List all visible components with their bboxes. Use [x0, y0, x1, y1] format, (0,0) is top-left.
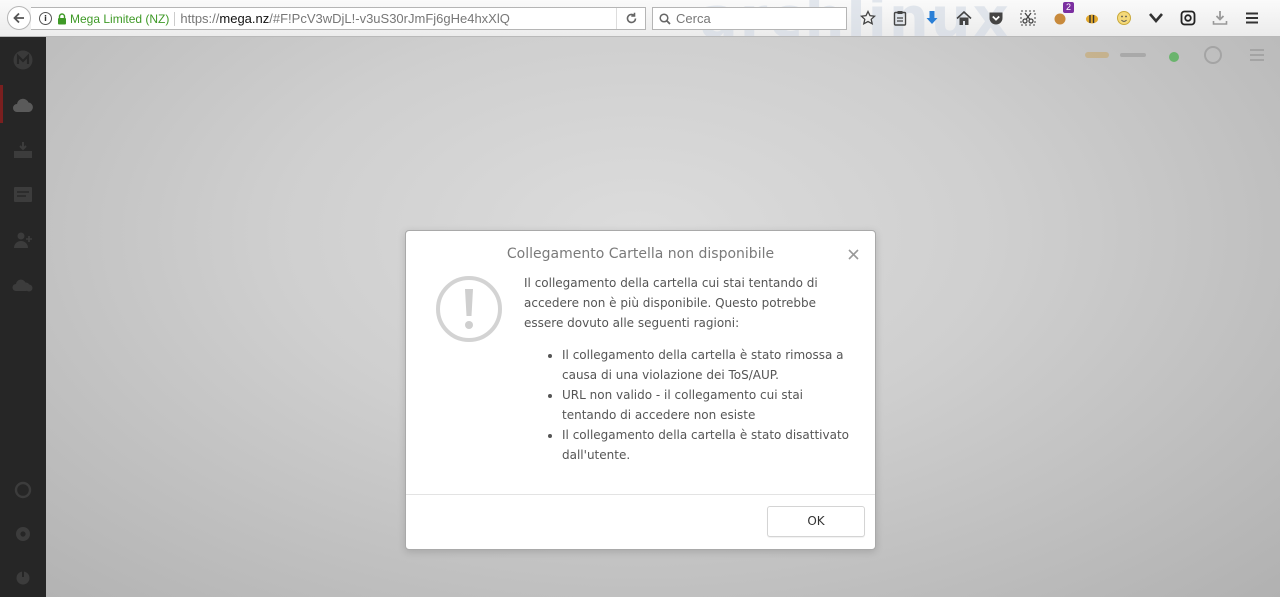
url-bar[interactable]: i Mega Limited (NZ) https://mega.nz/#F!P… [31, 7, 646, 30]
screenshot-button[interactable] [1018, 8, 1038, 28]
hamburger-menu-icon [1246, 12, 1258, 24]
site-identity[interactable]: Mega Limited (NZ) [70, 11, 176, 26]
reason-item: Il collegamento della cartella è stato r… [562, 345, 859, 385]
home-icon [956, 10, 972, 25]
download-tray-icon [1212, 11, 1228, 25]
unavailable-link-dialog: Collegamento Cartella non disponibile Il… [405, 230, 876, 550]
info-icon[interactable]: i [39, 12, 52, 25]
shared-icon[interactable] [11, 273, 35, 297]
user-status-placeholder [1118, 47, 1150, 63]
dialog-title: Collegamento Cartella non disponibile [506, 246, 775, 262]
download-status-button[interactable] [1210, 8, 1230, 28]
download-arrow-icon [926, 11, 938, 24]
extension-button[interactable]: 2 [1050, 2, 1074, 28]
reload-icon [626, 12, 636, 24]
notifications-icon[interactable] [1202, 44, 1224, 64]
url-path: /#F!PcV3wDjL!-v3uS30rJmFj6gHe4hxXlQ [269, 11, 510, 26]
menu-button[interactable] [1242, 8, 1262, 28]
sync-icon[interactable] [11, 478, 35, 502]
pocket-icon [989, 12, 1003, 24]
chevron-down-icon [1149, 13, 1163, 23]
reason-item: Il collegamento della cartella è stato d… [562, 425, 859, 465]
bookmark-star-button[interactable] [858, 8, 878, 28]
storage-icon [1084, 47, 1110, 63]
ok-button[interactable]: OK [767, 506, 865, 537]
logout-icon[interactable] [11, 566, 35, 590]
pocket-save-button[interactable] [1146, 8, 1166, 28]
dialog-footer: OK [406, 494, 875, 549]
url-host: mega.nz [219, 11, 270, 26]
reason-item: URL non valido - il collegamento cui sta… [562, 385, 859, 425]
cloud-drive-icon[interactable] [11, 93, 35, 117]
app-sidebar [0, 37, 47, 597]
link-icon [1180, 10, 1196, 26]
close-button[interactable] [845, 246, 861, 262]
downloads-button[interactable] [922, 8, 942, 28]
url-scheme: https:// [180, 11, 220, 26]
reasons-list: Il collegamento della cartella è stato r… [524, 345, 859, 465]
search-bar[interactable]: Cerca [652, 7, 847, 30]
url-text[interactable]: https://mega.nz/#F!PcV3wDjL!-v3uS30rJmFj… [180, 11, 510, 26]
search-icon [659, 12, 671, 25]
sidebar-active-indicator [0, 85, 3, 123]
notification-badge: 2 [1062, 2, 1074, 13]
account-menu-icon[interactable] [1246, 44, 1268, 61]
inbox-icon[interactable] [11, 138, 35, 162]
pocket-button[interactable] [986, 8, 1006, 28]
back-button[interactable] [7, 6, 31, 30]
back-arrow-icon [13, 12, 24, 24]
emoji-extension-button[interactable] [1114, 8, 1134, 28]
bee-extension-button[interactable] [1082, 8, 1102, 28]
exclamation-circle-icon [436, 276, 502, 342]
status-dot [1168, 48, 1182, 64]
dialog-message: Il collegamento della cartella cui stai … [524, 276, 818, 330]
clipboard-icon [893, 11, 907, 26]
lock-icon [58, 12, 66, 24]
reading-list-button[interactable] [890, 8, 910, 28]
contacts-icon[interactable] [11, 228, 35, 252]
search-placeholder: Cerca [676, 11, 711, 26]
toolbar-icons: 2 [858, 2, 1274, 28]
home-button[interactable] [954, 8, 974, 28]
mega-logo-icon[interactable] [11, 48, 35, 72]
dialog-body: Il collegamento della cartella cui stai … [524, 273, 859, 465]
reload-button[interactable] [616, 8, 645, 29]
sync-tabs-button[interactable] [1178, 8, 1198, 28]
star-icon [860, 10, 876, 26]
smiley-icon [1117, 11, 1131, 25]
close-icon [847, 248, 859, 260]
chat-icon[interactable] [11, 183, 35, 207]
browser-toolbar: archlinux i Mega Limited (NZ) https://me… [0, 0, 1280, 37]
bee-icon [1086, 14, 1098, 24]
settings-icon[interactable] [11, 522, 35, 546]
scissors-icon [1020, 10, 1036, 26]
